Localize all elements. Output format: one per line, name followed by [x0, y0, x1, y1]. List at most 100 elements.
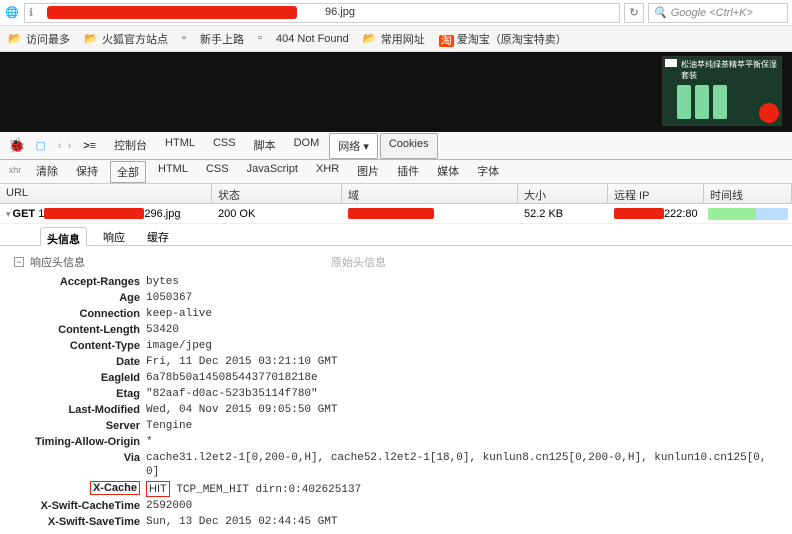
inspector-icon[interactable]: ▢ — [35, 139, 45, 152]
header-value: 2592000 — [146, 499, 778, 513]
header-row: ServerTengine — [14, 418, 778, 434]
search-icon: 🔍 — [653, 6, 667, 19]
url-redacted — [44, 208, 144, 219]
devtools-tab[interactable]: DOM — [286, 133, 328, 159]
collapse-icon[interactable]: − — [14, 257, 24, 267]
header-row: EagleId6a78b50a14508544377018218e — [14, 370, 778, 386]
filter-item[interactable]: 清除 — [30, 161, 64, 183]
bookmark-item[interactable]: 📂常用网址 — [363, 31, 425, 47]
devtools-tab[interactable]: 脚本 — [246, 133, 284, 159]
bookmark-item[interactable]: ▫404 Not Found — [258, 32, 349, 46]
filter-item[interactable]: 插件 — [391, 161, 425, 183]
filter-item[interactable]: HTML — [152, 161, 194, 183]
bookmark-icon: ▫ — [182, 32, 196, 46]
devtools-tabs: 🐞 ▢ ‹ › >≡ 控制台HTMLCSS脚本DOM网络 ▾Cookies — [0, 132, 792, 160]
devtools-tab[interactable]: HTML — [157, 133, 203, 159]
search-input[interactable]: 🔍 Google <Ctrl+K> — [648, 3, 788, 23]
col-status[interactable]: 状态 — [212, 184, 342, 203]
header-row: Connectionkeep-alive — [14, 306, 778, 322]
header-row: X-Cache HIT TCP_MEM_HIT dirn:0:402625137 — [14, 480, 778, 498]
header-row: Content-Length53420 — [14, 322, 778, 338]
devtools-tab[interactable]: CSS — [205, 133, 244, 159]
header-value: cache31.l2et2-1[0,200-0,H], cache52.l2et… — [146, 451, 778, 479]
detail-tab[interactable]: 缓存 — [141, 226, 175, 245]
header-value: 1050367 — [146, 291, 778, 305]
xhr-icon[interactable]: xhr — [8, 165, 22, 179]
header-name: X-Swift-SaveTime — [14, 515, 146, 529]
flag-icon — [665, 59, 677, 67]
ad-text: 松油萃纯绿茶精萃平衡保湿套装 — [681, 59, 781, 81]
header-name: Server — [14, 419, 146, 433]
header-name: Last-Modified — [14, 403, 146, 417]
globe-icon: 🌐 — [4, 5, 20, 21]
filter-item[interactable]: CSS — [200, 161, 235, 183]
ad-image — [677, 85, 727, 119]
header-row: Accept-Rangesbytes — [14, 274, 778, 290]
header-value: HIT TCP_MEM_HIT dirn:0:402625137 — [146, 481, 778, 497]
bookmark-icon: ▫ — [258, 32, 272, 46]
network-row[interactable]: ▾GET 1296.jpg 200 OK 52.2 KB 222:80 — [0, 204, 792, 224]
detail-tab[interactable]: 响应 — [97, 226, 131, 245]
detail-tab[interactable]: 头信息 — [40, 227, 87, 246]
nav-arrows: ‹ › — [56, 138, 73, 154]
panel-title: 响应头信息 — [30, 254, 85, 270]
bookmark-icon: 📂 — [8, 32, 22, 46]
cell-domain — [342, 206, 518, 222]
header-row: Timing-Allow-Origin* — [14, 434, 778, 450]
filter-item[interactable]: 媒体 — [431, 161, 465, 183]
header-name: Connection — [14, 307, 146, 321]
header-name: Date — [14, 355, 146, 369]
bookmark-item[interactable]: 📂火狐官方站点 — [84, 31, 168, 47]
col-domain[interactable]: 域 — [342, 184, 518, 203]
address-bar: 🌐 ℹ 96.jpg ↻ 🔍 Google <Ctrl+K> — [0, 0, 792, 26]
nav-back[interactable]: ‹ — [56, 138, 64, 154]
bookmark-icon: 📂 — [84, 32, 98, 46]
expand-icon[interactable]: ▾ — [6, 209, 11, 219]
bookmark-icon: 淘 — [439, 32, 453, 46]
timeline-bar — [708, 208, 788, 220]
header-name: X-Cache — [90, 481, 140, 495]
header-row: Etag"82aaf-d0ac-523b35114f780" — [14, 386, 778, 402]
filter-item[interactable]: 保持 — [70, 161, 104, 183]
header-value: * — [146, 435, 778, 449]
url-input[interactable]: ℹ 96.jpg — [24, 3, 620, 23]
filter-item[interactable]: 字体 — [471, 161, 505, 183]
header-value: Tengine — [146, 419, 778, 433]
detail-tabs: 头信息响应缓存 — [0, 224, 792, 246]
filter-item[interactable]: JavaScript — [241, 161, 304, 183]
bookmark-item[interactable]: ▫新手上路 — [182, 31, 244, 47]
filter-item[interactable]: 图片 — [351, 161, 385, 183]
bookmark-item[interactable]: 📂访问最多 — [8, 31, 70, 47]
filter-item[interactable]: XHR — [310, 161, 345, 183]
cell-size: 52.2 KB — [518, 206, 608, 222]
raw-headers-link[interactable]: 原始头信息 — [331, 254, 386, 270]
url-redacted — [47, 6, 297, 19]
console-icon[interactable]: >≡ — [83, 140, 96, 152]
header-row: DateFri, 11 Dec 2015 03:21:10 GMT — [14, 354, 778, 370]
header-value: Fri, 11 Dec 2015 03:21:10 GMT — [146, 355, 778, 369]
col-ip[interactable]: 远程 IP — [608, 184, 704, 203]
headers-panel: − 响应头信息 原始头信息 Accept-RangesbytesAge10503… — [0, 246, 792, 534]
filter-item[interactable]: 全部 — [110, 161, 146, 183]
header-value: image/jpeg — [146, 339, 778, 353]
nav-forward[interactable]: › — [66, 138, 74, 154]
refresh-button[interactable]: ↻ — [624, 3, 644, 23]
header-name: X-Swift-CacheTime — [14, 499, 146, 513]
bookmark-icon: 📂 — [363, 32, 377, 46]
ad-banner[interactable]: 松油萃纯绿茶精萃平衡保湿套装 — [662, 56, 782, 126]
page-content: 松油萃纯绿茶精萃平衡保湿套装 — [0, 52, 792, 132]
bookmark-item[interactable]: 淘爱淘宝（原淘宝特卖） — [439, 31, 567, 47]
devtools-tab[interactable]: Cookies — [380, 133, 438, 159]
bookmarks-bar: 📂访问最多 📂火狐官方站点 ▫新手上路 ▫404 Not Found 📂常用网址淘爱淘宝… — [0, 26, 792, 52]
header-row: Last-ModifiedWed, 04 Nov 2015 09:05:50 G… — [14, 402, 778, 418]
col-size[interactable]: 大小 — [518, 184, 608, 203]
col-url[interactable]: URL — [0, 184, 212, 203]
header-row: X-Swift-CacheTime2592000 — [14, 498, 778, 514]
col-timeline[interactable]: 时间线 — [704, 184, 792, 203]
header-name: EagleId — [14, 371, 146, 385]
header-name: Etag — [14, 387, 146, 401]
firebug-icon[interactable]: 🐞 — [8, 137, 25, 154]
devtools-tab[interactable]: 网络 ▾ — [329, 133, 378, 159]
header-row: X-Swift-SaveTimeSun, 13 Dec 2015 02:44:4… — [14, 514, 778, 530]
devtools-tab[interactable]: 控制台 — [106, 133, 155, 159]
